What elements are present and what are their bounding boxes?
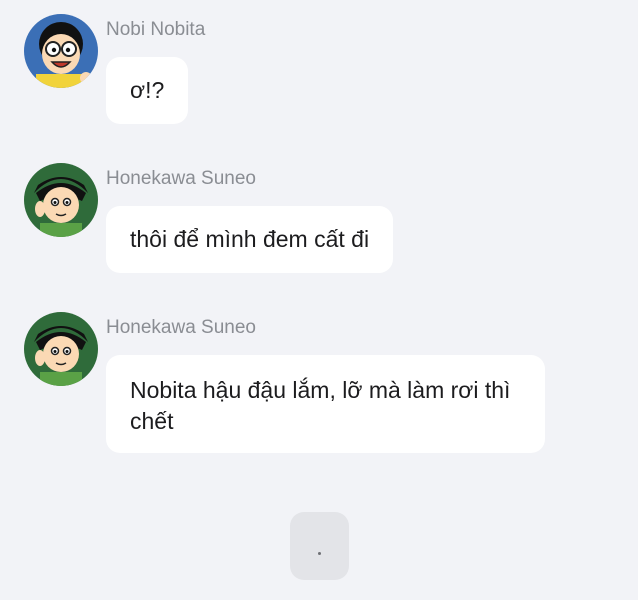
typing-indicator: [290, 512, 349, 580]
suneo-avatar-icon[interactable]: [24, 312, 98, 386]
sender-name: Honekawa Suneo: [106, 168, 256, 189]
message-bubble: Nobita hậu đậu lắm, lỡ mà làm rơi thì ch…: [106, 355, 545, 453]
sender-name: Nobi Nobita: [106, 19, 206, 40]
sender-name: Honekawa Suneo: [106, 317, 256, 338]
typing-dot-icon: [318, 551, 321, 555]
message-bubble: thôi để mình đem cất đi: [106, 206, 394, 273]
nobita-avatar-icon[interactable]: [24, 14, 98, 88]
message-bubble: ơ!?: [106, 57, 189, 124]
suneo-avatar-icon[interactable]: [24, 163, 98, 237]
